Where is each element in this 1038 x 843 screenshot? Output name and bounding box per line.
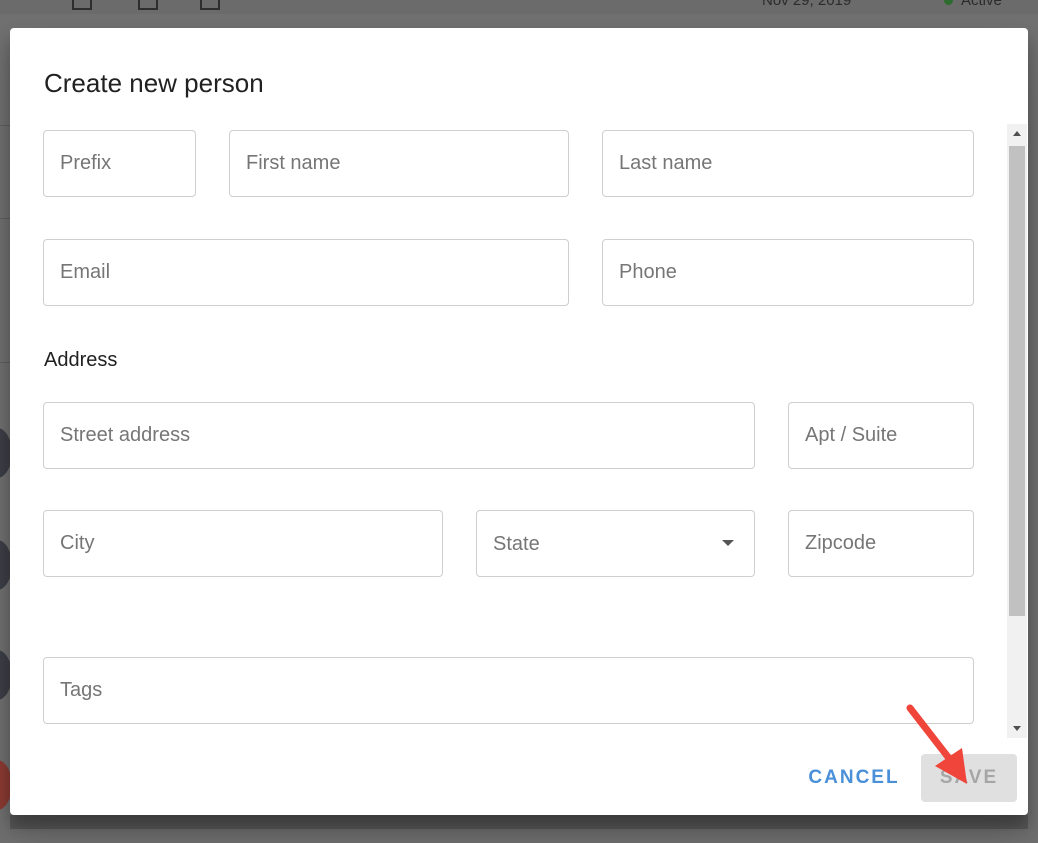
scroll-up-icon[interactable]: [1013, 131, 1021, 136]
chevron-down-icon: [722, 540, 734, 546]
background-toolbar-icon: [200, 0, 220, 10]
scrollbar-thumb[interactable]: [1009, 146, 1025, 616]
background-footer: [10, 815, 1028, 829]
red-arrow-icon: [906, 704, 967, 784]
prefix-input[interactable]: [44, 131, 195, 196]
first-name-field[interactable]: [229, 130, 569, 197]
apt-suite-field[interactable]: [788, 402, 974, 469]
last-name-field[interactable]: [602, 130, 974, 197]
dialog-scrollbar[interactable]: [1007, 124, 1027, 738]
city-input[interactable]: [44, 511, 442, 576]
email-field[interactable]: [43, 239, 569, 306]
background-date: Nov 29, 2019: [762, 0, 852, 9]
dialog-content: Address State: [10, 123, 1028, 743]
first-name-input[interactable]: [230, 131, 568, 196]
phone-field[interactable]: [602, 239, 974, 306]
scroll-down-icon[interactable]: [1013, 726, 1021, 731]
background-toolbar-icon: [138, 0, 158, 10]
state-select-label: State: [493, 533, 540, 555]
street-address-field[interactable]: [43, 402, 755, 469]
create-person-dialog: Create new person Address State: [10, 28, 1028, 815]
zipcode-field[interactable]: [788, 510, 974, 577]
dialog-title: Create new person: [44, 68, 264, 98]
tags-field[interactable]: [43, 657, 974, 724]
email-input[interactable]: [44, 240, 568, 305]
background-toolbar: Nov 29, 2019 Active: [0, 0, 1038, 14]
cancel-button[interactable]: CANCEL: [806, 754, 902, 802]
prefix-field[interactable]: [43, 130, 196, 197]
address-heading: Address: [44, 349, 118, 371]
phone-input[interactable]: [603, 240, 973, 305]
street-address-input[interactable]: [44, 403, 754, 468]
zipcode-input[interactable]: [789, 511, 973, 576]
apt-suite-input[interactable]: [789, 403, 973, 468]
city-field[interactable]: [43, 510, 443, 577]
background-divider: [0, 125, 10, 126]
background-divider: [0, 362, 10, 363]
tags-input[interactable]: [44, 658, 973, 723]
background-status: Active: [944, 0, 1002, 9]
background-toolbar-icon: [72, 0, 92, 10]
background-divider: [0, 218, 10, 219]
last-name-input[interactable]: [603, 131, 973, 196]
state-select[interactable]: State: [476, 510, 755, 577]
